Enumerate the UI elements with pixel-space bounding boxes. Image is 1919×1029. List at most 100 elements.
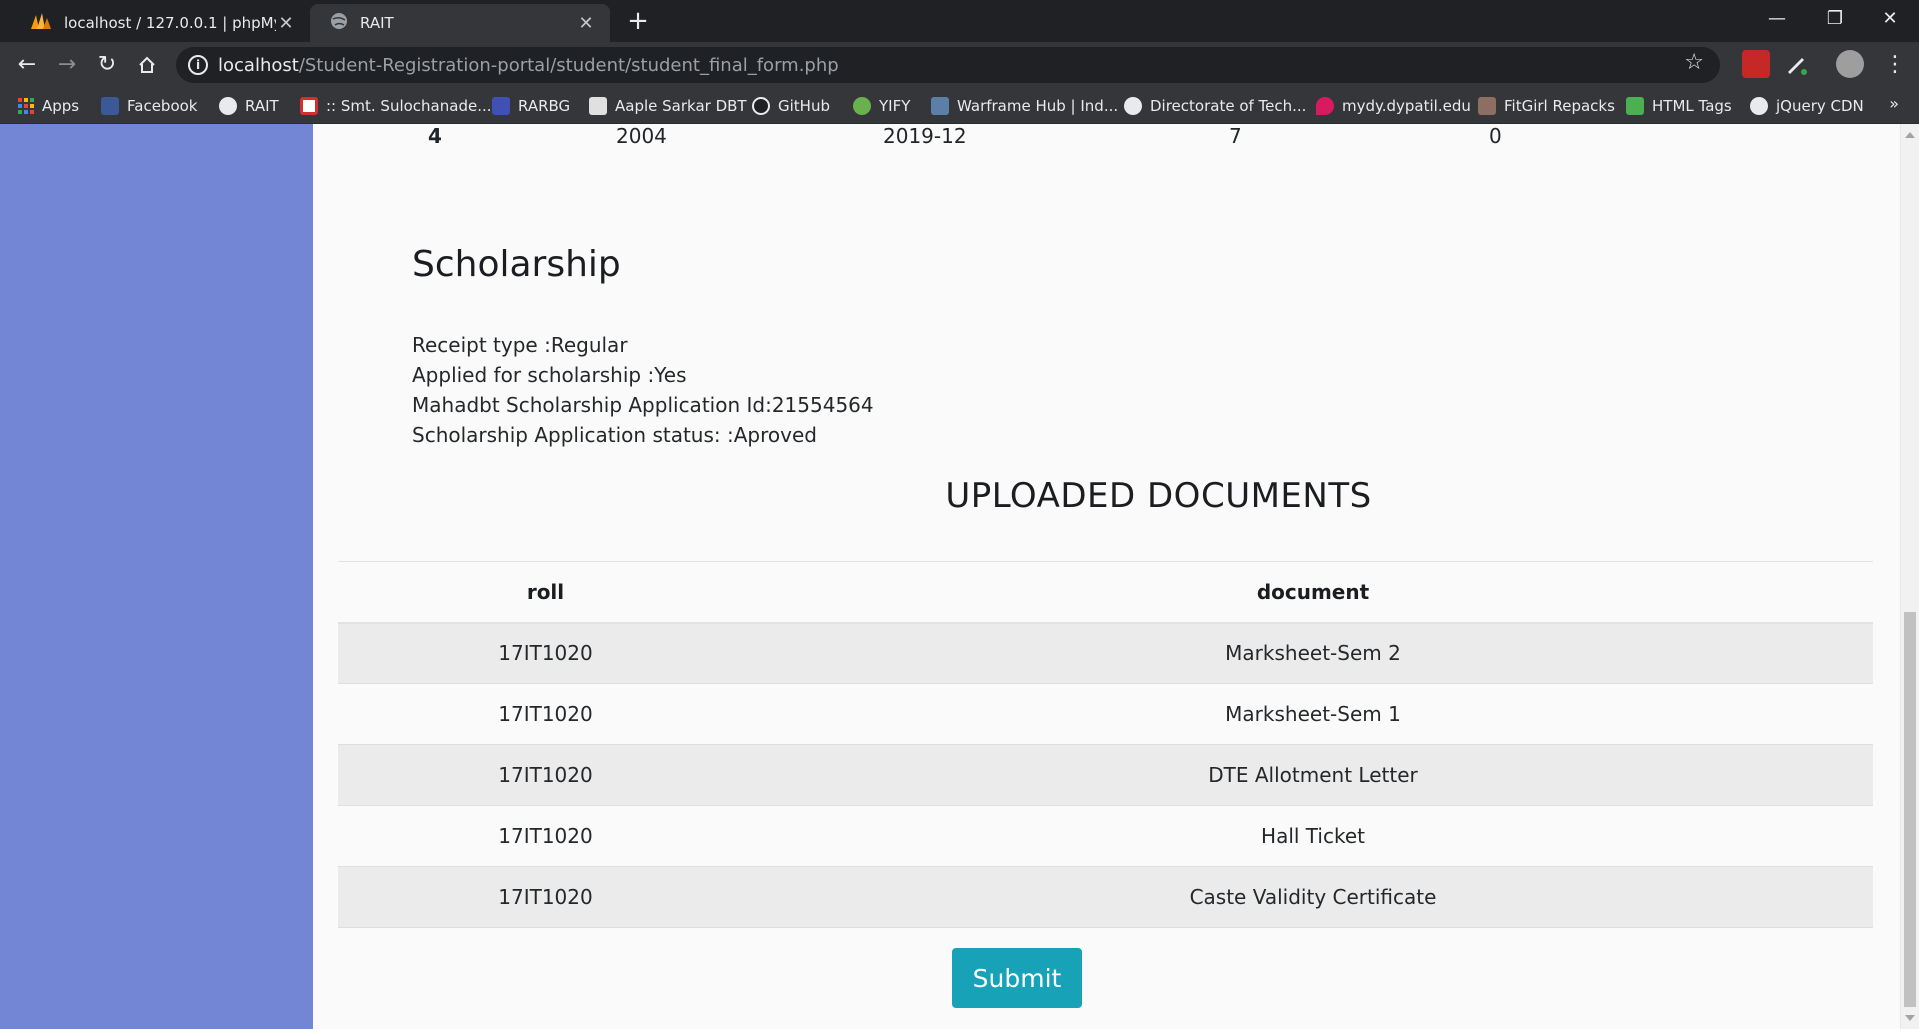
bookmark-sulochanade[interactable]: :: Smt. Sulochanade... <box>300 95 492 117</box>
facebook-icon <box>101 97 119 115</box>
globe-icon <box>1124 97 1142 115</box>
new-tab-button[interactable]: + <box>622 6 654 38</box>
bookmark-rait[interactable]: RAIT <box>219 95 279 117</box>
yify-icon <box>853 97 871 115</box>
vertical-scrollbar[interactable] <box>1900 124 1919 1029</box>
forward-arrow-icon[interactable]: → <box>50 48 84 82</box>
home-icon[interactable] <box>130 48 164 82</box>
bookmarks-overflow-icon[interactable]: » <box>1889 94 1899 113</box>
bookmark-warframe[interactable]: Warframe Hub | Ind... <box>931 95 1118 117</box>
main-content: 4 2004 2019-12 7 0 Scholarship Receipt t… <box>313 124 1900 1029</box>
document-cell: Hall Ticket <box>753 805 1873 867</box>
url-path: /Student-Registration-portal/student/stu… <box>298 55 839 76</box>
bookmark-label: Aaple Sarkar DBT <box>615 97 747 115</box>
applied-scholarship-line: Applied for scholarship :Yes <box>412 363 687 387</box>
bookmark-directorate[interactable]: Directorate of Tech... <box>1124 95 1306 117</box>
application-status-line: Scholarship Application status: :Aproved <box>412 423 817 447</box>
sidebar <box>0 124 313 1029</box>
tab-title: localhost / 127.0.0.1 | phpMyAdmin <box>64 14 276 32</box>
apps-icon <box>18 98 34 114</box>
bookmark-rarbg[interactable]: RARBG <box>492 95 570 117</box>
roll-cell: 17IT1020 <box>338 744 753 806</box>
pdf-extension-icon[interactable] <box>1742 50 1770 78</box>
github-icon <box>752 97 770 115</box>
warframe-icon <box>931 97 949 115</box>
scroll-up-icon[interactable] <box>1905 132 1915 138</box>
table-row: 17IT1020 Caste Validity Certificate <box>338 866 1873 928</box>
previous-table-row: 4 2004 2019-12 7 0 <box>313 124 1900 152</box>
row-year: 2004 <box>616 124 667 148</box>
profile-avatar[interactable] <box>1836 50 1864 78</box>
row-period: 2019-12 <box>883 124 967 148</box>
info-icon[interactable]: i <box>188 55 208 75</box>
document-icon <box>589 97 607 115</box>
browser-tab-bar: localhost / 127.0.0.1 | phpMyAdmin ✕ RAI… <box>0 0 1919 42</box>
table-header-row: roll document <box>338 561 1873 624</box>
bookmark-label: YIFY <box>879 97 911 115</box>
back-arrow-icon[interactable]: ← <box>10 48 44 82</box>
table-row: 17IT1020 DTE Allotment Letter <box>338 744 1873 806</box>
row-col4: 7 <box>1229 124 1242 148</box>
row-col5: 0 <box>1489 124 1502 148</box>
fitgirl-icon <box>1478 97 1496 115</box>
receipt-type-line: Receipt type :Regular <box>412 333 628 357</box>
bookmark-github[interactable]: GitHub <box>752 95 830 117</box>
submit-button[interactable]: Submit <box>952 948 1082 1008</box>
tab-phpmyadmin[interactable]: localhost / 127.0.0.1 | phpMyAdmin ✕ <box>10 4 310 42</box>
bookmark-apps[interactable]: Apps <box>18 95 79 117</box>
scholarship-heading: Scholarship <box>412 244 621 285</box>
bookmark-yify[interactable]: YIFY <box>853 95 910 117</box>
bookmark-fitgirl[interactable]: FitGirl Repacks <box>1478 95 1615 117</box>
globe-icon <box>330 12 348 34</box>
close-tab-icon[interactable]: ✕ <box>276 13 296 34</box>
menu-dots-icon[interactable]: ⋮ <box>1878 48 1912 82</box>
scroll-down-icon[interactable] <box>1905 1015 1915 1021</box>
address-bar[interactable]: i localhost/Student-Registration-portal/… <box>176 47 1720 83</box>
bookmark-jquery[interactable]: jQuery CDN <box>1750 95 1864 117</box>
row-index: 4 <box>428 124 442 148</box>
roll-cell: 17IT1020 <box>338 866 753 928</box>
bookmark-label: FitGirl Repacks <box>1504 97 1615 115</box>
scrollbar-thumb[interactable] <box>1904 612 1916 1007</box>
bookmark-label: :: Smt. Sulochanade... <box>326 97 492 115</box>
document-cell: Marksheet-Sem 2 <box>753 622 1873 684</box>
bookmark-label: RAIT <box>245 97 279 115</box>
scholarship-details: Receipt type :Regular Applied for schola… <box>412 330 874 450</box>
mahadbt-id-line: Mahadbt Scholarship Application Id:21554… <box>412 393 874 417</box>
bookmark-mydy[interactable]: mydy.dypatil.edu <box>1316 95 1471 117</box>
table-row: 17IT1020 Marksheet-Sem 1 <box>338 683 1873 745</box>
restore-button[interactable]: ❐ <box>1806 0 1864 40</box>
bookmark-label: Facebook <box>127 97 198 115</box>
close-tab-icon[interactable]: ✕ <box>576 13 596 34</box>
roll-cell: 17IT1020 <box>338 622 753 684</box>
url-text[interactable]: localhost/Student-Registration-portal/st… <box>218 55 839 76</box>
bookmark-facebook[interactable]: Facebook <box>101 95 197 117</box>
browser-toolbar: ← → ↻ i localhost/Student-Registration-p… <box>0 42 1919 87</box>
bookmark-star-icon[interactable]: ☆ <box>1684 50 1704 75</box>
document-cell: Marksheet-Sem 1 <box>753 683 1873 745</box>
bookmark-html-tags[interactable]: HTML Tags <box>1626 95 1732 117</box>
bookmark-label: Warframe Hub | Ind... <box>957 97 1119 115</box>
roll-cell: 17IT1020 <box>338 805 753 867</box>
bookmark-label: mydy.dypatil.edu <box>1342 97 1471 115</box>
globe-icon <box>1750 97 1768 115</box>
document-cell: Caste Validity Certificate <box>753 866 1873 928</box>
rarbg-icon <box>492 97 510 115</box>
column-header-roll: roll <box>338 561 753 624</box>
map-pin-icon <box>1316 97 1334 115</box>
documents-table: roll document 17IT1020 Marksheet-Sem 2 1… <box>338 561 1873 928</box>
globe-icon <box>219 97 237 115</box>
close-window-button[interactable]: ✕ <box>1861 0 1919 40</box>
bookmark-label: jQuery CDN <box>1776 97 1864 115</box>
tab-rait[interactable]: RAIT ✕ <box>310 4 610 42</box>
roll-cell: 17IT1020 <box>338 683 753 745</box>
pen-extension-icon[interactable] <box>1782 50 1810 78</box>
table-row: 17IT1020 Marksheet-Sem 2 <box>338 622 1873 684</box>
page-viewport: 4 2004 2019-12 7 0 Scholarship Receipt t… <box>0 124 1919 1029</box>
bookmark-label: HTML Tags <box>1652 97 1732 115</box>
bookmark-aaple-sarkar[interactable]: Aaple Sarkar DBT <box>589 95 747 117</box>
bookmarks-bar: Apps Facebook RAIT :: Smt. Sulochanade..… <box>0 87 1919 124</box>
minimize-button[interactable]: — <box>1748 0 1806 40</box>
bookmark-label: GitHub <box>778 97 830 115</box>
reload-icon[interactable]: ↻ <box>90 48 124 82</box>
